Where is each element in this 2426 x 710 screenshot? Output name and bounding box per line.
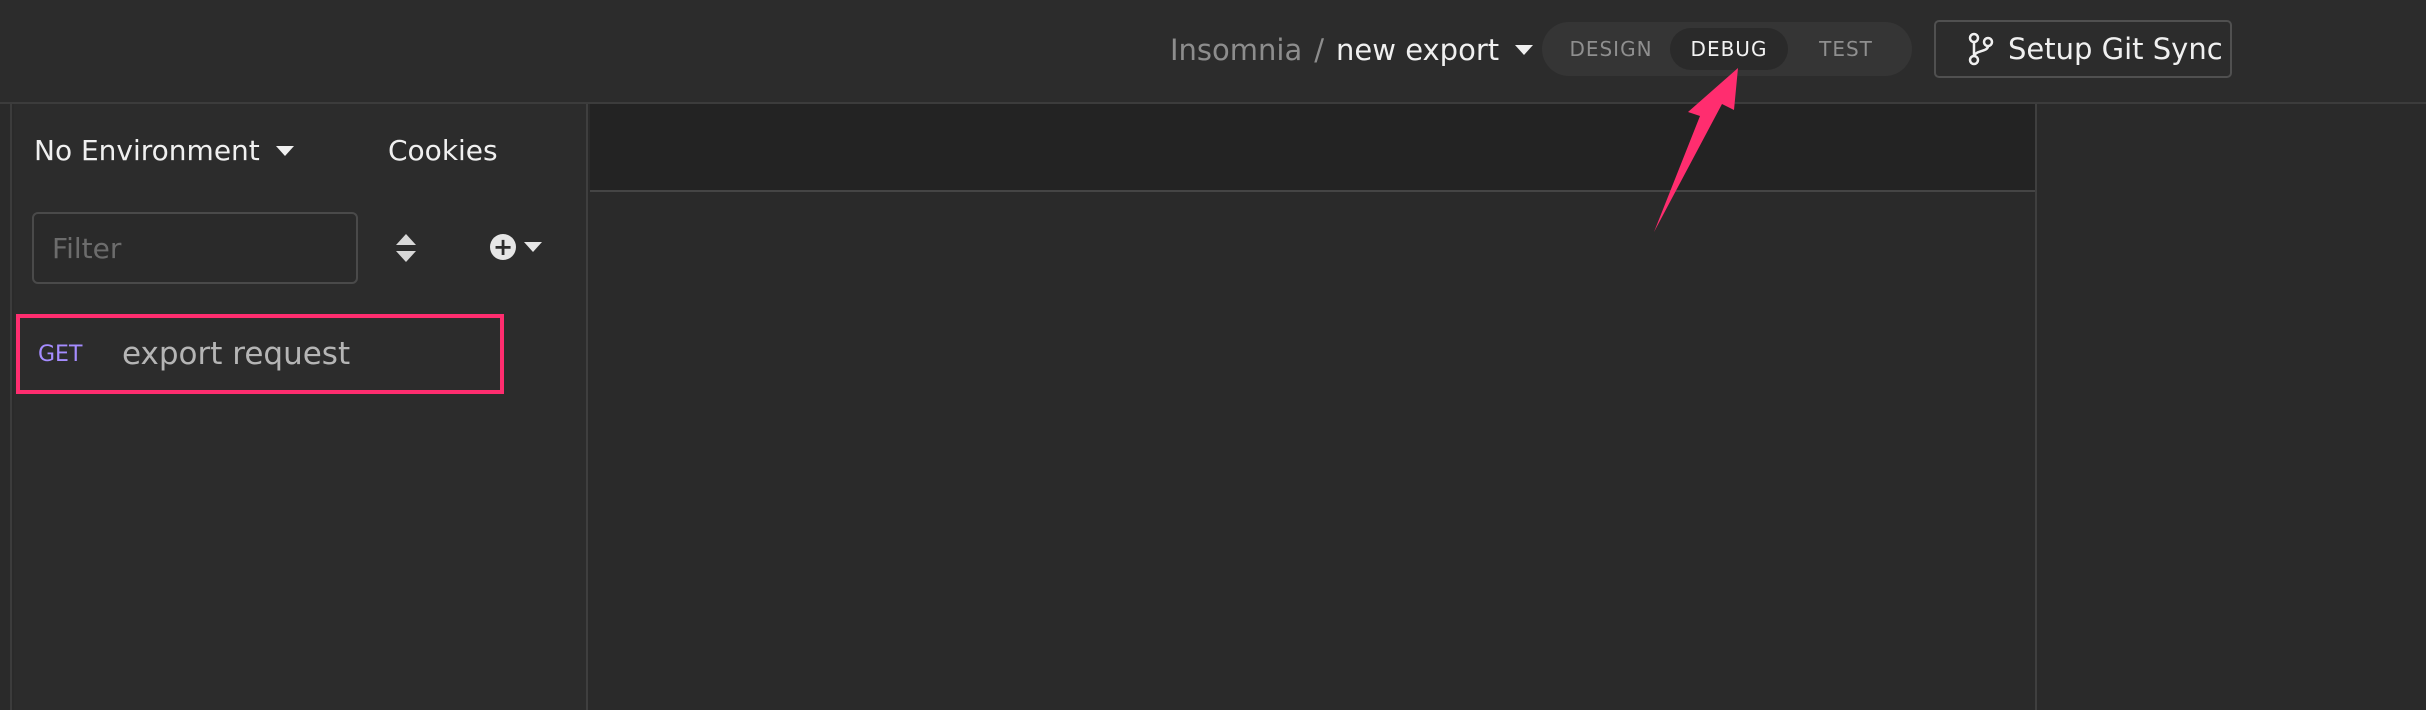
add-item-button[interactable]: + <box>490 234 542 260</box>
left-strip <box>0 104 12 710</box>
filter-input[interactable] <box>32 212 358 284</box>
request-pane <box>590 192 2035 710</box>
tab-test[interactable]: TEST <box>1796 28 1896 70</box>
sidebar: No Environment Cookies + GET export requ… <box>14 104 588 710</box>
workspace-name[interactable]: new export <box>1336 33 1499 67</box>
chevron-down-icon[interactable] <box>1515 45 1534 55</box>
response-pane <box>2035 104 2426 710</box>
sort-icon[interactable] <box>394 232 418 264</box>
breadcrumb-separator: / <box>1314 33 1325 67</box>
plus-circle-icon: + <box>490 234 516 260</box>
mode-switch: DESIGN DEBUG TEST <box>1542 22 1912 76</box>
request-name: export request <box>122 336 351 372</box>
request-url-bar-area <box>590 104 2035 192</box>
setup-git-sync-button[interactable]: Setup Git Sync <box>1934 20 2232 78</box>
breadcrumb-root[interactable]: Insomnia <box>1170 33 1302 67</box>
environment-label: No Environment <box>34 134 260 167</box>
top-header: Insomnia / new export DESIGN DEBUG TEST … <box>0 0 2426 104</box>
environment-selector[interactable]: No Environment <box>34 134 294 167</box>
git-branch-icon <box>1968 32 1994 66</box>
tab-debug[interactable]: DEBUG <box>1670 28 1788 70</box>
request-item[interactable]: GET export request <box>16 314 504 394</box>
setup-git-sync-label: Setup Git Sync <box>2008 32 2223 66</box>
request-method: GET <box>38 341 83 367</box>
cookies-button[interactable]: Cookies <box>388 134 498 167</box>
chevron-down-icon <box>275 145 294 156</box>
tab-design[interactable]: DESIGN <box>1556 28 1666 70</box>
breadcrumb: Insomnia / new export <box>1170 28 1534 72</box>
chevron-down-icon <box>524 242 542 252</box>
